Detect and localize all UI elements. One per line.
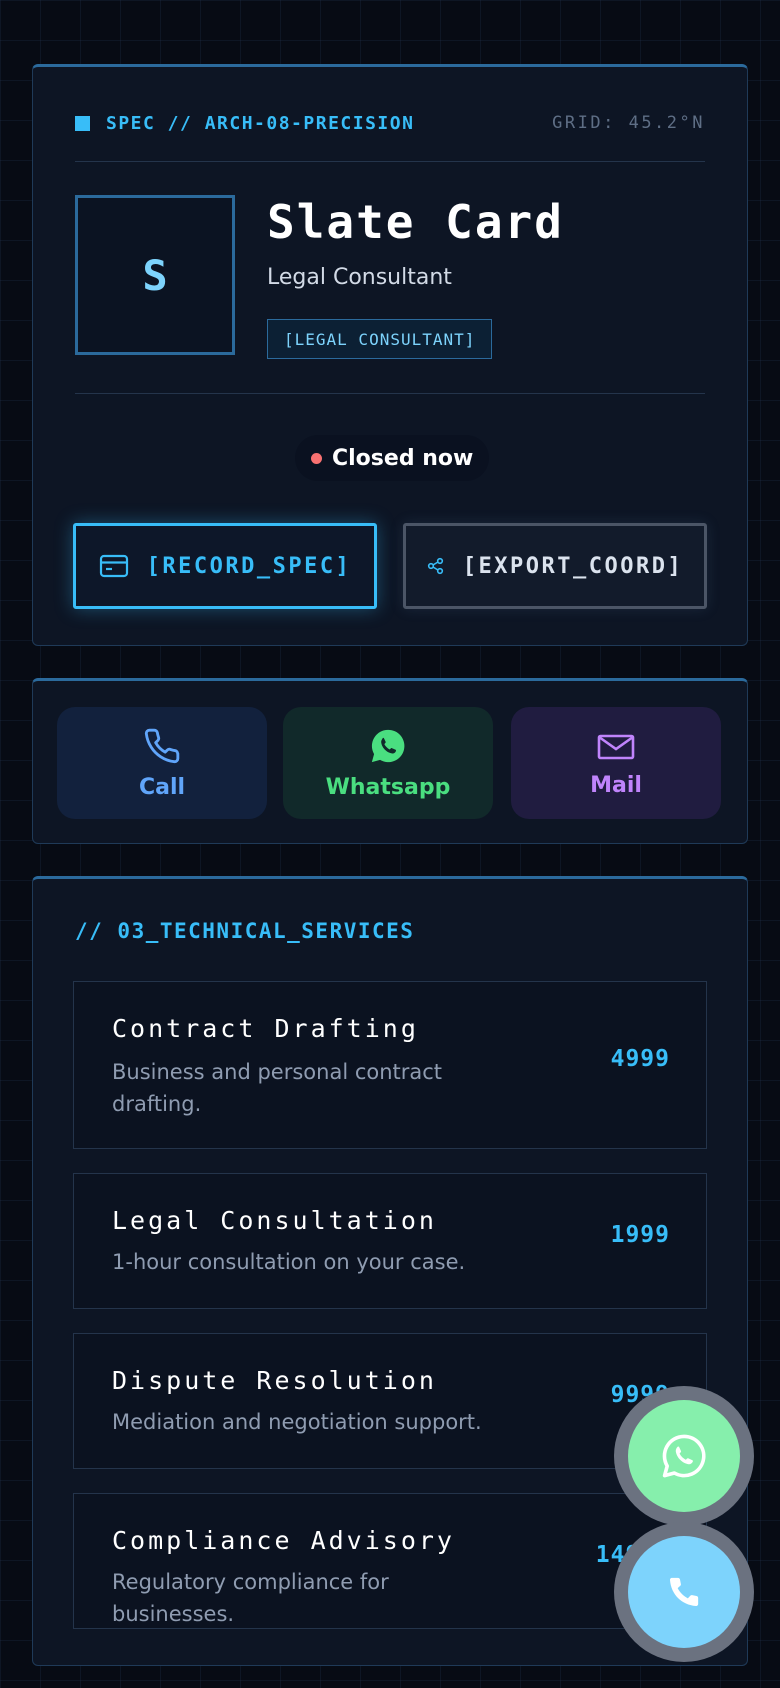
status-badge: Closed now [295,435,490,481]
service-price: 4999 [610,1046,670,1072]
export-coord-button[interactable]: [EXPORT_COORD] [403,523,707,609]
avatar-initial: S [142,250,168,300]
floating-whatsapp-button[interactable] [614,1386,754,1526]
grid-label: GRID: 45.2°N [552,113,705,133]
service-item[interactable]: Legal Consultation 1-hour consultation o… [73,1173,707,1309]
mail-button[interactable]: Mail [511,707,721,819]
service-desc: 1-hour consultation on your case. [112,1250,466,1274]
spec-header: SPEC // ARCH-08-PRECISION GRID: 45.2°N [75,111,705,135]
services-title: // 03_TECHNICAL_SERVICES [75,919,415,943]
profile-card: SPEC // ARCH-08-PRECISION GRID: 45.2°N S… [32,64,748,646]
whatsapp-icon [662,1434,706,1478]
record-spec-label: [RECORD_SPEC] [146,553,352,579]
spec-label: SPEC // ARCH-08-PRECISION [106,112,415,134]
whatsapp-button[interactable]: Whatsapp [283,707,493,819]
service-price: 1999 [610,1222,670,1248]
floating-call-button[interactable] [614,1522,754,1662]
role-tag: [LEGAL CONSULTANT] [267,319,493,359]
service-desc: Business and personal contract drafting. [112,1060,443,1116]
mail-label: Mail [590,772,642,798]
service-title: Legal Consultation [112,1206,437,1235]
phone-icon [669,1577,699,1607]
whatsapp-icon [371,729,405,762]
divider [75,161,705,162]
profile-name: Slate Card [267,195,564,249]
avatar: S [75,195,235,355]
divider [75,393,705,394]
export-coord-label: [EXPORT_COORD] [462,553,684,579]
service-title: Contract Drafting [112,1014,419,1043]
service-item[interactable]: Contract Drafting Business and personal … [73,981,707,1149]
status-dot-icon [311,452,322,464]
service-title: Dispute Resolution [112,1366,437,1395]
whatsapp-label: Whatsapp [325,774,451,800]
call-label: Call [138,774,186,800]
phone-icon [144,728,180,763]
contact-card: Call Whatsapp Mail [32,678,748,844]
service-title: Compliance Advisory [112,1526,455,1555]
id-card-icon [99,554,128,578]
profile-role: Legal Consultant [267,265,452,290]
service-desc: Regulatory compliance for businesses. [112,1570,389,1626]
mail-icon [597,734,635,759]
call-button[interactable]: Call [57,707,267,819]
share-icon [427,557,443,575]
status-text: Closed now [332,445,474,471]
spec-square-icon [75,115,90,131]
service-desc: Mediation and negotiation support. [112,1410,482,1434]
service-item[interactable]: Dispute Resolution Mediation and negotia… [73,1333,707,1469]
service-item[interactable]: Compliance Advisory Regulatory complianc… [73,1493,707,1629]
record-spec-button[interactable]: [RECORD_SPEC] [73,523,377,609]
